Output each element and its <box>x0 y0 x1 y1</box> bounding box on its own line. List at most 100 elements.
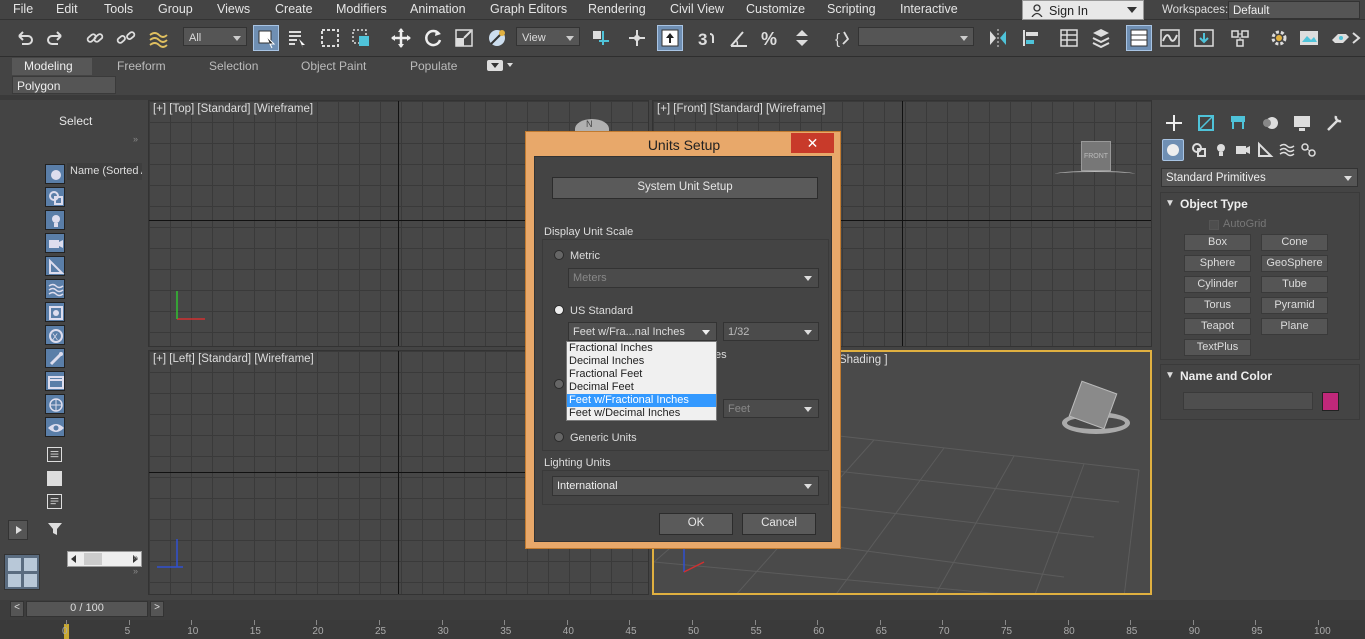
percent-snap-icon[interactable]: % <box>757 25 783 51</box>
material-editor-icon[interactable] <box>1227 25 1253 51</box>
display-cameras-icon[interactable] <box>45 233 65 253</box>
schematic-view-icon[interactable] <box>1191 25 1217 51</box>
geometry-category-icon[interactable] <box>1162 139 1184 161</box>
move-icon[interactable] <box>388 25 414 51</box>
viewport-label-top[interactable]: [+] [Top] [Standard] [Wireframe] <box>153 103 313 115</box>
rotate-icon[interactable] <box>420 25 446 51</box>
close-button[interactable]: ✕ <box>791 133 834 153</box>
select-manipulate-icon[interactable] <box>624 25 650 51</box>
bind-spacewarp-icon[interactable] <box>145 25 171 51</box>
menu-views[interactable]: Views <box>217 2 250 16</box>
expand-panel-button[interactable] <box>8 520 28 540</box>
primitive-category-select[interactable]: Standard Primitives <box>1161 168 1358 187</box>
time-slider[interactable]: 0 / 100 <box>26 601 148 617</box>
name-column-header[interactable]: Name (Sorted A <box>67 163 142 180</box>
option-fractional-feet[interactable]: Fractional Feet <box>567 368 716 381</box>
menu-file[interactable]: File <box>13 2 33 16</box>
menu-tools[interactable]: Tools <box>104 2 133 16</box>
display-containers-icon[interactable] <box>45 371 65 391</box>
tab-modeling[interactable]: Modeling <box>12 58 92 75</box>
tab-selection[interactable]: Selection <box>209 59 258 73</box>
menu-create[interactable]: Create <box>275 2 313 16</box>
menu-animation[interactable]: Animation <box>410 2 466 16</box>
polygon-modeling-panel[interactable]: Polygon Modeling <box>12 76 116 107</box>
list-all-icon[interactable] <box>47 447 62 462</box>
menu-customize[interactable]: Customize <box>746 2 805 16</box>
helpers-category-icon[interactable] <box>1256 141 1274 159</box>
invert-selection-icon[interactable] <box>47 494 62 509</box>
tab-populate[interactable]: Populate <box>410 59 457 73</box>
named-selection-sets-select[interactable] <box>858 27 974 46</box>
utilities-tab-icon[interactable] <box>1324 113 1344 133</box>
next-frame-button[interactable]: > <box>150 601 164 617</box>
metric-radio[interactable] <box>554 250 564 260</box>
edit-named-selection-icon[interactable]: { <box>830 25 856 51</box>
pivot-center-icon[interactable] <box>587 25 613 51</box>
display-shapes-icon[interactable] <box>45 187 65 207</box>
shapes-category-icon[interactable] <box>1190 141 1208 159</box>
display-lights-icon[interactable] <box>45 210 65 230</box>
expand-arrows-icon[interactable]: » <box>133 134 138 144</box>
window-crossing-icon[interactable] <box>348 25 374 51</box>
option-feet-fractional-inches[interactable]: Feet w/Fractional Inches <box>567 394 716 407</box>
select-object-icon[interactable] <box>253 25 279 51</box>
generic-units-radio[interactable] <box>554 432 564 442</box>
object-color-swatch[interactable] <box>1322 392 1339 411</box>
angle-snap-icon[interactable] <box>726 25 752 51</box>
tab-freeform[interactable]: Freeform <box>117 59 166 73</box>
geosphere-button[interactable]: GeoSphere <box>1261 255 1328 272</box>
ribbon-options-icon[interactable] <box>487 60 503 71</box>
toggle-ribbon-icon[interactable] <box>1126 25 1152 51</box>
systems-category-icon[interactable] <box>1300 141 1318 159</box>
layer-explorer-icon[interactable] <box>1088 25 1114 51</box>
object-name-input[interactable] <box>1183 392 1313 410</box>
filter-icon[interactable] <box>47 521 63 537</box>
rendered-frame-window-icon[interactable] <box>1296 25 1322 51</box>
modify-tab-icon[interactable] <box>1196 113 1216 133</box>
lighting-units-select[interactable]: International <box>552 476 819 496</box>
selection-filter-select[interactable]: All <box>183 27 247 46</box>
autogrid-checkbox[interactable] <box>1209 220 1219 230</box>
cylinder-button[interactable]: Cylinder <box>1184 276 1251 293</box>
menu-scripting[interactable]: Scripting <box>827 2 876 16</box>
menu-civil-view[interactable]: Civil View <box>670 2 724 16</box>
keyboard-shortcut-override-icon[interactable] <box>657 25 683 51</box>
select-none-icon[interactable] <box>47 471 62 486</box>
display-visible-icon[interactable] <box>45 417 65 437</box>
option-decimal-feet[interactable]: Decimal Feet <box>567 381 716 394</box>
option-decimal-inches[interactable]: Decimal Inches <box>567 355 716 368</box>
ok-button[interactable]: OK <box>659 513 733 535</box>
display-bones-icon[interactable] <box>45 348 65 368</box>
align-icon[interactable] <box>1018 25 1044 51</box>
cone-button[interactable]: Cone <box>1261 234 1328 251</box>
system-unit-setup-button[interactable]: System Unit Setup <box>552 177 818 199</box>
plane-button[interactable]: Plane <box>1261 318 1328 335</box>
scale-icon[interactable] <box>451 25 477 51</box>
expand-arrows-icon[interactable]: » <box>133 552 138 562</box>
reference-coordinate-select[interactable]: View <box>516 27 580 46</box>
us-standard-radio[interactable] <box>554 305 564 315</box>
us-standard-units-select[interactable]: Feet w/Fra...nal Inches <box>568 322 717 341</box>
rollout-title-object-type[interactable]: Object Type <box>1180 197 1248 211</box>
snaps-toggle-icon[interactable]: 3 <box>694 25 720 51</box>
prev-frame-button[interactable]: < <box>10 601 24 617</box>
unlink-icon[interactable] <box>113 25 139 51</box>
fraction-select[interactable]: 1/32 <box>723 322 819 341</box>
metric-units-select[interactable]: Meters <box>568 268 819 288</box>
display-xrefs-icon[interactable]: X <box>45 325 65 345</box>
scene-explorer-icon[interactable] <box>1056 25 1082 51</box>
render-setup-icon[interactable] <box>1266 25 1292 51</box>
curve-editor-icon[interactable] <box>1157 25 1183 51</box>
display-groups-icon[interactable] <box>45 302 65 322</box>
viewcube-front[interactable]: FRONT <box>1081 141 1111 171</box>
motion-tab-icon[interactable] <box>1260 113 1280 133</box>
viewport-layout-icon[interactable] <box>4 554 40 590</box>
rollout-title-name-color[interactable]: Name and Color <box>1180 369 1272 383</box>
link-icon[interactable] <box>82 25 108 51</box>
display-spacewarps-icon[interactable] <box>45 279 65 299</box>
expand-arrows-icon[interactable]: » <box>133 566 138 576</box>
mirror-icon[interactable] <box>985 25 1011 51</box>
cameras-category-icon[interactable] <box>1234 141 1252 159</box>
tab-object-paint[interactable]: Object Paint <box>301 59 366 73</box>
box-button[interactable]: Box <box>1184 234 1251 251</box>
